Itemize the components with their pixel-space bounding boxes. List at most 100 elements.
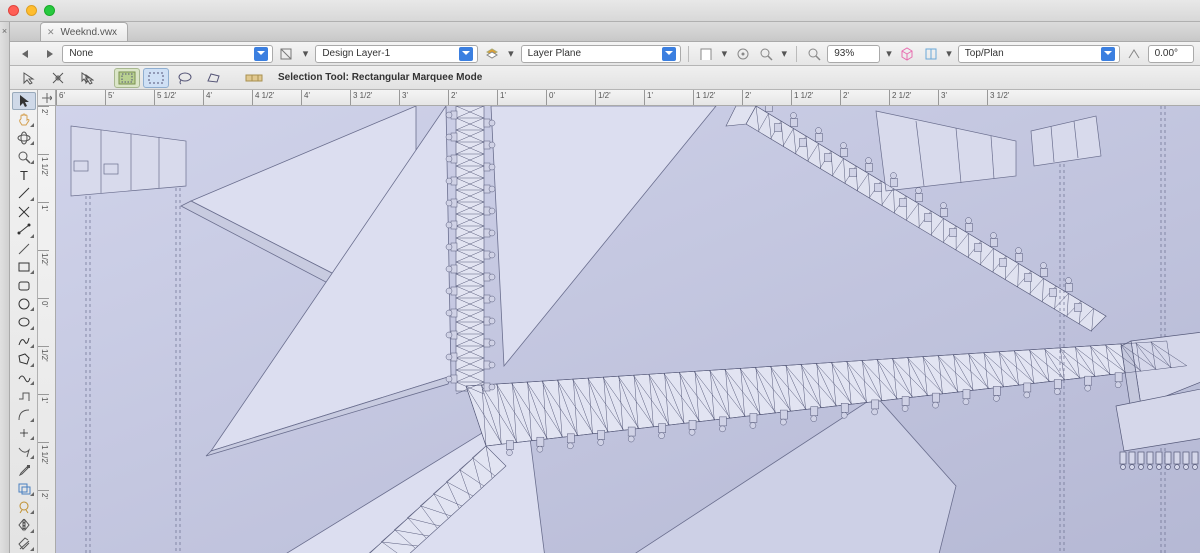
chevron-down-icon[interactable]: ▾ [300, 45, 312, 63]
mode-lasso-icon[interactable] [172, 68, 198, 88]
ruler-tick: 1 1/2' [791, 90, 840, 105]
pan-tool[interactable] [12, 110, 36, 128]
mode-lasso-interactive-icon[interactable] [114, 68, 140, 88]
mirror-tool[interactable] [12, 516, 36, 534]
separator [688, 46, 689, 62]
document-tab-label: Weeknd.vwx [61, 27, 118, 38]
attribute-mapping-tool[interactable] [12, 498, 36, 516]
projection-icon[interactable] [921, 45, 940, 63]
zoom-tool[interactable] [12, 147, 36, 165]
ellipse-tool[interactable] [12, 313, 36, 331]
look-at-icon[interactable] [733, 45, 752, 63]
saved-view-icon[interactable] [696, 45, 715, 63]
circle-tool[interactable] [12, 295, 36, 313]
next-view-button[interactable] [39, 45, 58, 63]
arc-tool[interactable] [12, 240, 36, 258]
vertical-ruler[interactable]: 2'1 1/2'1'1/2'0'1/2'1'1 1/2'2' [38, 106, 56, 553]
layer-dropdown[interactable]: Design Layer-1 [315, 45, 478, 63]
ruler-tick: 3' [938, 90, 987, 105]
view-dropdown[interactable]: Top/Plan [958, 45, 1121, 63]
eyedropper-tool[interactable] [12, 461, 36, 479]
rounded-rect-tool[interactable] [12, 276, 36, 294]
chevron-down-icon[interactable]: ▾ [779, 45, 789, 63]
chevron-down-icon [662, 47, 676, 61]
palette-grip[interactable]: × [0, 22, 10, 553]
tool-mode-bar: Selection Tool: Rectangular Marquee Mode [10, 66, 1200, 90]
ruler-tick: 2 1/2' [889, 90, 938, 105]
polygon-tool[interactable] [12, 350, 36, 368]
ruler-tick: 2' [840, 90, 889, 105]
mode-single-icon[interactable] [16, 68, 42, 88]
mode-polygon-icon[interactable] [201, 68, 227, 88]
class-dropdown[interactable]: None [62, 45, 272, 63]
text-tool[interactable]: T [12, 166, 36, 184]
ruler-tick: 1 1/2' [38, 154, 49, 202]
selection-tool[interactable] [12, 92, 36, 110]
ruler-tick: 5 1/2' [154, 90, 203, 105]
view-bar: None ▾ Design Layer-1 ▾ Layer Plane ▾ ▾ … [10, 42, 1200, 66]
locus-tool[interactable] [12, 424, 36, 442]
double-line-tool[interactable] [12, 221, 36, 239]
ruler-tick: 1/2' [595, 90, 644, 105]
separator [796, 46, 797, 62]
zoom-field[interactable]: 93% [827, 45, 880, 63]
minimize-window-button[interactable] [26, 5, 37, 16]
rotation-field[interactable]: 0.00° [1148, 45, 1194, 63]
horizontal-ruler[interactable]: 6'5'5 1/2'4'4 1/2'4'3 1/2'3'2'1'0'1/2'1'… [56, 90, 1200, 106]
ruler-tick: 4 1/2' [252, 90, 301, 105]
ruler-tick: 2' [742, 90, 791, 105]
dimension-tool[interactable] [12, 442, 36, 460]
mode-marquee-icon[interactable] [143, 68, 169, 88]
flyover-tool[interactable] [12, 129, 36, 147]
ruler-tick: 0' [546, 90, 595, 105]
ruler-tick: 4' [203, 90, 252, 105]
mode-multi-icon[interactable] [74, 68, 100, 88]
layer-options-icon[interactable] [482, 45, 501, 63]
basic-tool-palette: T [10, 90, 38, 553]
cross-tool[interactable] [12, 203, 36, 221]
ruler-tick: 5' [105, 90, 154, 105]
chevron-down-icon[interactable]: ▾ [720, 45, 730, 63]
previous-view-button[interactable] [16, 45, 35, 63]
ruler-origin[interactable] [38, 90, 56, 106]
quarter-arc-tool[interactable] [12, 405, 36, 423]
ruler-tick: 0' [38, 298, 49, 346]
document-tab[interactable]: ✕ Weeknd.vwx [40, 22, 128, 41]
close-window-button[interactable] [8, 5, 19, 16]
ruler-tick: 3' [399, 90, 448, 105]
chevron-down-icon [459, 47, 473, 61]
svg-text:T: T [20, 168, 28, 182]
ruler-tick: 2' [38, 490, 49, 538]
ruler-tick: 4' [301, 90, 350, 105]
close-tab-icon[interactable]: ✕ [47, 27, 55, 38]
ruler-tick: 1' [644, 90, 693, 105]
zoom-icon[interactable] [804, 45, 823, 63]
paint-bucket-tool[interactable] [12, 535, 36, 553]
visibility-tool[interactable] [12, 479, 36, 497]
chevron-down-icon [254, 47, 268, 61]
document-tab-bar: ✕ Weeknd.vwx [0, 22, 1200, 42]
render-mode-icon[interactable] [898, 45, 917, 63]
drawing-canvas-area: 6'5'5 1/2'4'4 1/2'4'3 1/2'3'2'1'0'1/2'1'… [38, 90, 1200, 553]
mode-disjoint-icon[interactable] [45, 68, 71, 88]
fit-icon[interactable] [756, 45, 775, 63]
spiral-tool[interactable] [12, 387, 36, 405]
zoom-window-button[interactable] [44, 5, 55, 16]
working-plane-icon[interactable] [1124, 45, 1143, 63]
chevron-down-icon[interactable]: ▾ [944, 45, 954, 63]
freehand-tool[interactable] [12, 369, 36, 387]
mode-wall-icon[interactable] [241, 68, 267, 88]
rectangle-tool[interactable] [12, 258, 36, 276]
drawing-canvas[interactable] [56, 106, 1200, 553]
line-tool[interactable] [12, 184, 36, 202]
chevron-down-icon[interactable]: ▾ [884, 45, 894, 63]
ruler-tick: 1/2' [38, 346, 49, 394]
ruler-tick: 2' [448, 90, 497, 105]
chevron-down-icon[interactable]: ▾ [505, 45, 517, 63]
plane-dropdown-label: Layer Plane [528, 48, 581, 59]
zoom-value: 93% [834, 48, 854, 59]
plane-dropdown[interactable]: Layer Plane [521, 45, 682, 63]
class-options-icon[interactable] [277, 45, 296, 63]
ruler-tick: 2' [38, 106, 49, 154]
polyline-tool[interactable] [12, 332, 36, 350]
